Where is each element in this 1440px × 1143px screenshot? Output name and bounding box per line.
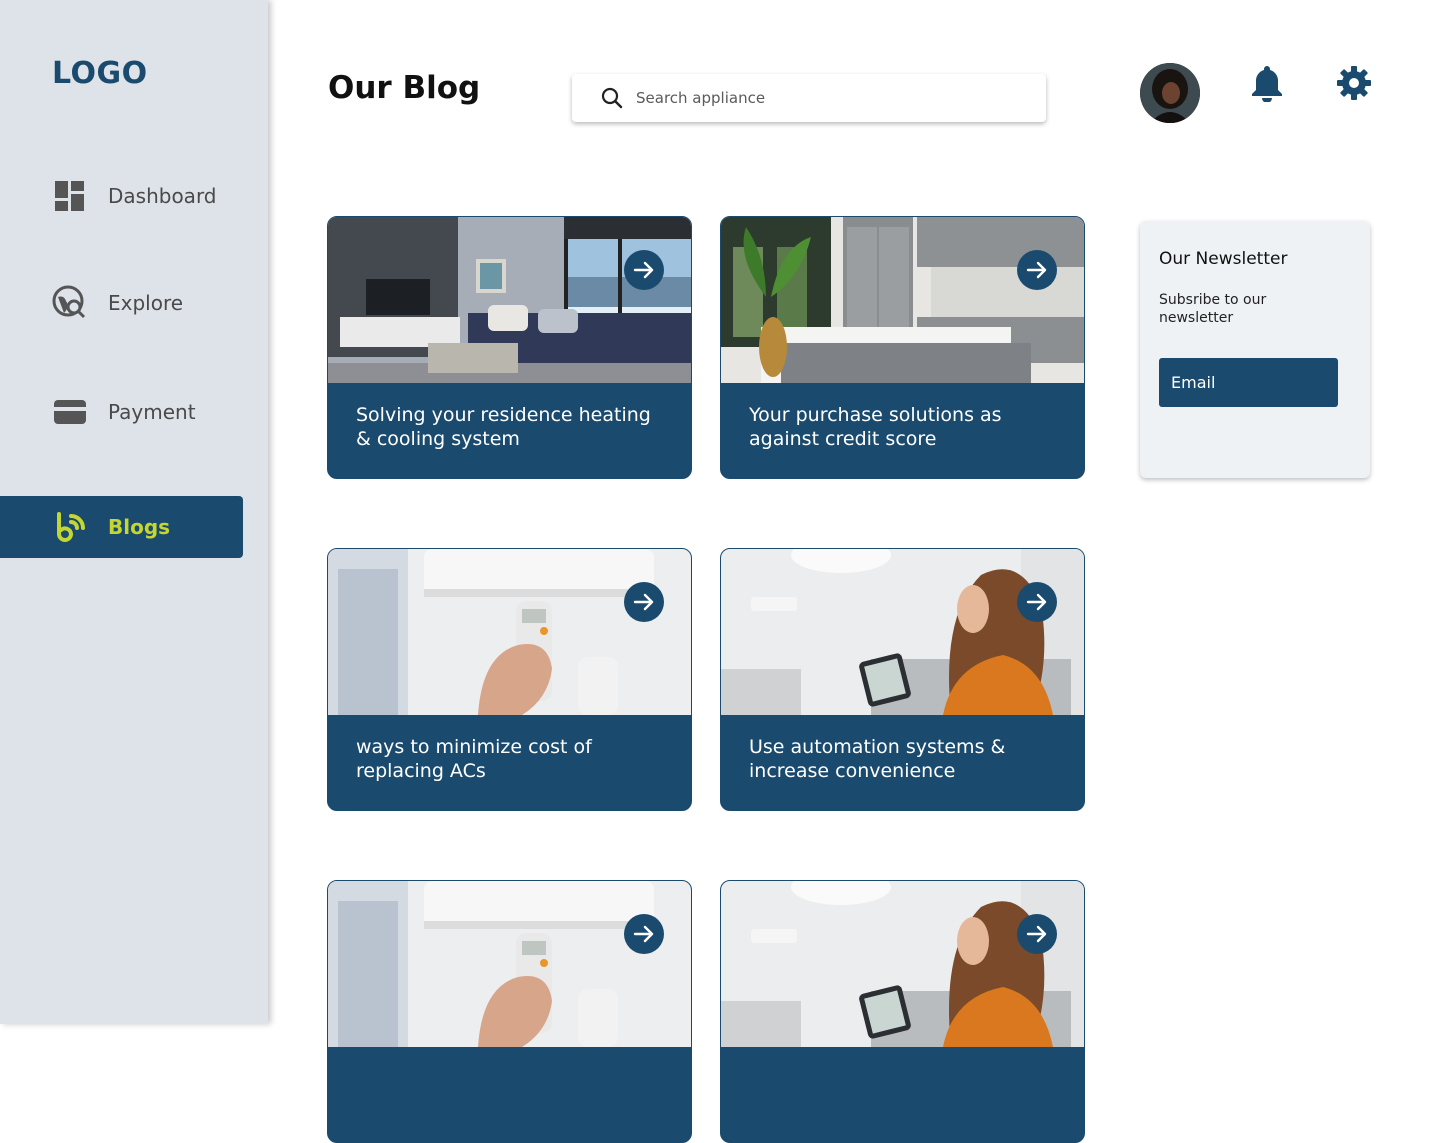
sidebar-item-label: Payment bbox=[108, 400, 196, 424]
blog-card[interactable]: Use automation systems & increase conven… bbox=[720, 548, 1085, 811]
newsletter-panel: Our Newsletter Subsribe to our newslette… bbox=[1140, 221, 1370, 478]
search-bar[interactable] bbox=[572, 74, 1046, 122]
arrow-right-icon bbox=[1026, 593, 1047, 611]
newsletter-subtitle: Subsribe to our newsletter bbox=[1159, 292, 1267, 326]
blog-card-title[interactable]: Your purchase solutions as against credi… bbox=[721, 383, 1084, 478]
blog-card-title[interactable]: Solving your residence heating & cooling… bbox=[328, 383, 691, 478]
woman-tablet-photo bbox=[721, 549, 1084, 715]
blog-card[interactable]: Solving your residence heating & cooling… bbox=[327, 216, 692, 479]
read-more-button[interactable] bbox=[624, 914, 664, 954]
ac-remote-photo bbox=[328, 549, 691, 715]
blog-card-title[interactable]: Use automation systems & increase conven… bbox=[721, 715, 1084, 810]
blog-card[interactable] bbox=[327, 880, 692, 1143]
email-field[interactable]: Email bbox=[1159, 358, 1338, 407]
blog-card-title[interactable] bbox=[328, 1047, 691, 1142]
read-more-button[interactable] bbox=[624, 250, 664, 290]
blog-card[interactable] bbox=[720, 880, 1085, 1143]
page-title: Our Blog bbox=[328, 70, 481, 106]
search-input[interactable] bbox=[636, 89, 1016, 107]
dashboard-icon bbox=[52, 178, 88, 214]
blog-card-title[interactable]: ways to minimize cost of replacing ACs bbox=[328, 715, 691, 810]
sidebar-item-label: Dashboard bbox=[108, 184, 217, 208]
sidebar-item-label: Blogs bbox=[108, 515, 171, 539]
read-more-button[interactable] bbox=[1017, 914, 1057, 954]
sidebar-item-dashboard[interactable]: Dashboard bbox=[0, 165, 243, 227]
read-more-button[interactable] bbox=[1017, 582, 1057, 622]
logo[interactable]: LOGO bbox=[52, 56, 148, 91]
arrow-right-icon bbox=[1026, 261, 1047, 279]
living-room-photo bbox=[328, 217, 691, 383]
arrow-right-icon bbox=[633, 261, 654, 279]
avatar[interactable] bbox=[1140, 63, 1200, 123]
sidebar-item-label: Explore bbox=[108, 291, 184, 315]
sidebar-item-payment[interactable]: Payment bbox=[0, 381, 243, 443]
arrow-right-icon bbox=[1026, 925, 1047, 943]
arrow-right-icon bbox=[633, 593, 654, 611]
sidebar: LOGO Dashboard Explore Payment Blogs bbox=[0, 0, 268, 1024]
blog-card[interactable]: ways to minimize cost of replacing ACs bbox=[327, 548, 692, 811]
payment-card-icon bbox=[52, 394, 88, 430]
ac-remote-photo bbox=[328, 881, 691, 1047]
explore-icon bbox=[52, 285, 88, 321]
blog-card[interactable]: Your purchase solutions as against credi… bbox=[720, 216, 1085, 479]
blog-card-title[interactable] bbox=[721, 1047, 1084, 1142]
sidebar-item-blogs[interactable]: Blogs bbox=[0, 496, 243, 558]
read-more-button[interactable] bbox=[624, 582, 664, 622]
kitchen-photo bbox=[721, 217, 1084, 383]
sidebar-item-explore[interactable]: Explore bbox=[0, 272, 243, 334]
newsletter-title: Our Newsletter bbox=[1159, 249, 1288, 269]
bell-icon[interactable] bbox=[1247, 62, 1287, 104]
arrow-right-icon bbox=[633, 925, 654, 943]
read-more-button[interactable] bbox=[1017, 250, 1057, 290]
blog-feed-icon bbox=[52, 509, 88, 545]
woman-tablet-photo bbox=[721, 881, 1084, 1047]
search-icon bbox=[600, 86, 624, 110]
gear-icon[interactable] bbox=[1334, 62, 1374, 104]
